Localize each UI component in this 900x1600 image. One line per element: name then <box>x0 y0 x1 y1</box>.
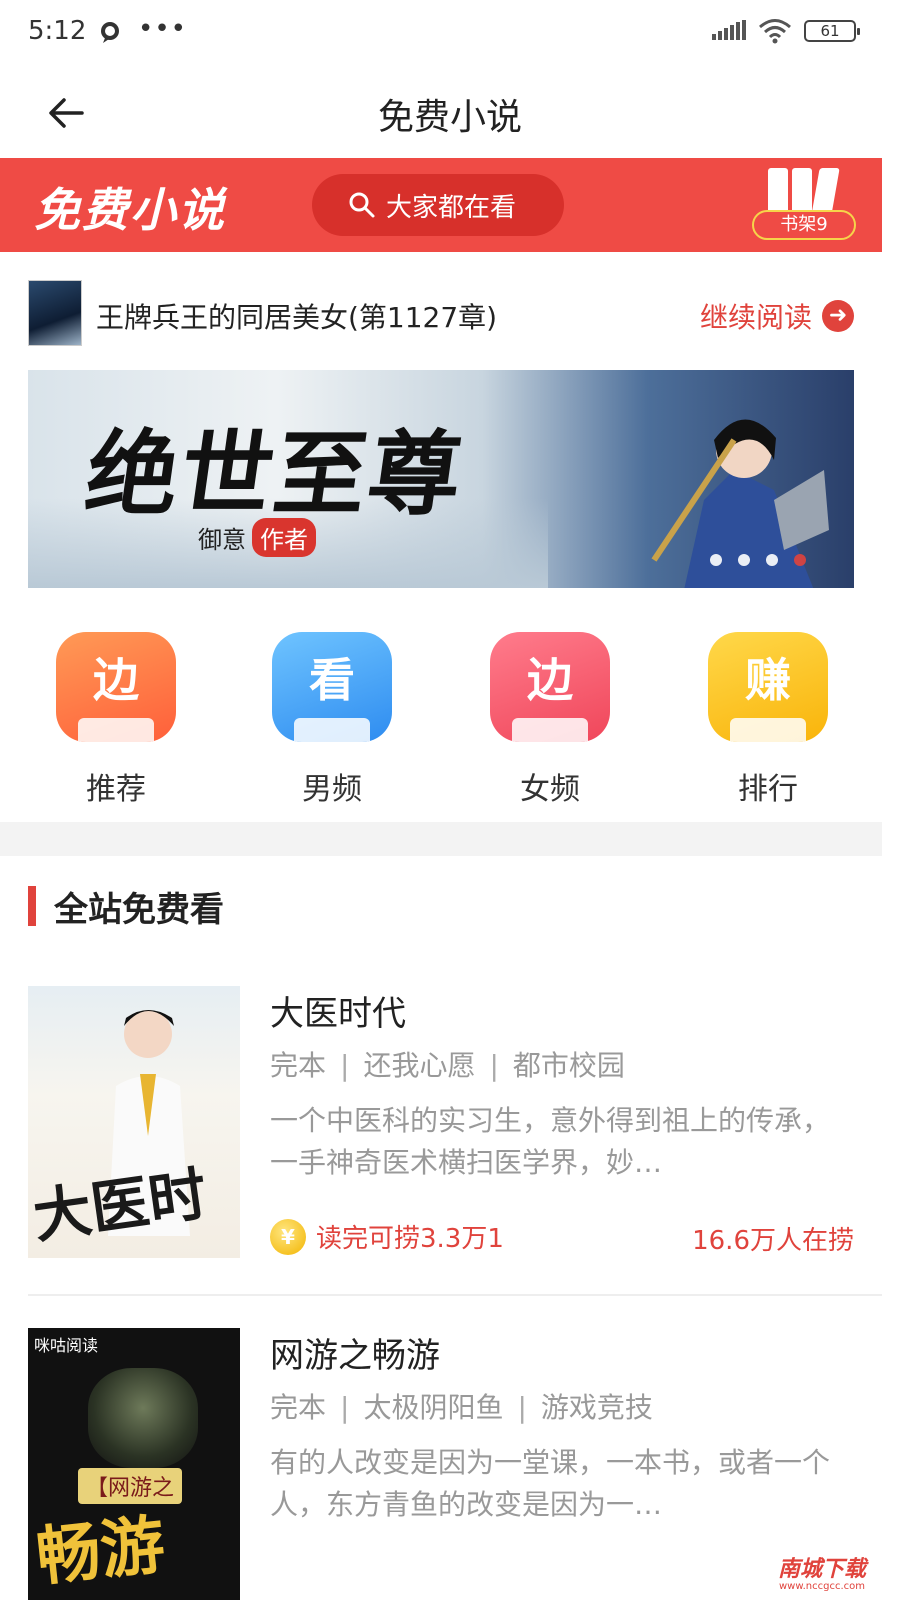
reader-count: 16.6万人在捞 <box>692 1226 854 1256</box>
section-separator <box>0 822 882 856</box>
message-icon <box>101 22 119 43</box>
section-accent-bar <box>28 886 36 926</box>
coin-icon: ¥ <box>270 1218 306 1255</box>
search-icon <box>349 192 375 218</box>
carousel-dot[interactable] <box>738 554 750 566</box>
carousel-indicators <box>710 554 806 566</box>
list-divider <box>28 1294 882 1296</box>
book-status: 完本 <box>270 1049 327 1082</box>
more-notifications-icon: ••• <box>138 14 188 44</box>
continue-reading-row[interactable]: 王牌兵王的同居美女(第1127章) 继续阅读 ➜ <box>28 278 854 348</box>
hero-author-name: 御意 <box>198 526 246 554</box>
book-item[interactable]: 咪咕阅读 【网游之 畅游 网游之畅游 完本 | 太极阴阳鱼 | 游戏竞技 有的人改变是因… <box>28 1328 854 1600</box>
cover-title: 大医时代 <box>29 1159 211 1252</box>
book-cover: 咪咕阅读 【网游之 畅游 <box>28 1328 240 1600</box>
category-label: 排行 <box>738 772 798 807</box>
continue-reading-label: 继续阅读 <box>699 301 812 334</box>
banner-logo: 免费小说 <box>34 183 226 237</box>
search-bar[interactable]: 大家都在看 <box>312 174 564 236</box>
category-grid: 边 推荐 看 男频 边 女频 赚 排行 <box>28 632 880 812</box>
book-author: 太极阴阳鱼 <box>363 1391 504 1424</box>
book-genre: 游戏竞技 <box>540 1391 653 1424</box>
category-female[interactable]: 边 女频 <box>462 632 638 808</box>
status-indicators: 61 <box>712 18 860 44</box>
page-title: 免费小说 <box>377 97 522 138</box>
hero-author: 御意 作者 <box>198 518 316 557</box>
ranking-icon: 赚 <box>708 632 828 742</box>
status-time: 5:12 <box>28 16 87 46</box>
arrow-right-circle-icon: ➜ <box>822 300 854 332</box>
category-male[interactable]: 看 男频 <box>244 632 420 808</box>
hero-title: 绝世至尊 <box>79 420 471 528</box>
category-label: 男频 <box>302 772 362 807</box>
category-ranking[interactable]: 赚 排行 <box>680 632 856 808</box>
cover-character-illustration <box>88 1368 198 1468</box>
signal-icon <box>712 20 746 40</box>
nav-bar: 免费小说 <box>0 66 900 158</box>
bookshelf-icon <box>768 168 840 210</box>
female-channel-icon: 边 <box>490 632 610 742</box>
category-label: 推荐 <box>86 772 146 807</box>
book-cover: 大医时代 <box>28 986 240 1258</box>
section-title: 全站免费看 <box>54 889 224 930</box>
hero-author-tag: 作者 <box>252 518 316 557</box>
book-meta: 完本 | 太极阴阳鱼 | 游戏竞技 <box>270 1391 653 1424</box>
carousel-dot[interactable] <box>766 554 778 566</box>
continue-reading-button[interactable]: 继续阅读 ➜ <box>700 296 854 336</box>
watermark-main: 南城下载 <box>777 1557 866 1582</box>
book-author: 还我心愿 <box>363 1049 476 1082</box>
hero-carousel[interactable]: 绝世至尊 御意 作者 <box>28 370 854 588</box>
carousel-dot-active[interactable] <box>794 554 806 566</box>
book-title: 大医时代 <box>270 994 406 1034</box>
book-meta: 完本 | 还我心愿 | 都市校园 <box>270 1049 625 1082</box>
reward-text: 读完可捞3.3万1 <box>316 1224 504 1254</box>
book-title: 网游之畅游 <box>270 1336 440 1376</box>
book-genre: 都市校园 <box>512 1049 625 1082</box>
bookshelf-label: 书架9 <box>752 210 856 240</box>
book-description: 一个中医科的实习生，意外得到祖上的传承，一手神奇医术横扫医学界，妙… <box>270 1104 831 1179</box>
book-reward: ¥ 读完可捞3.3万1 <box>270 1218 504 1255</box>
watermark-url: www.nccgcc.com <box>778 1581 865 1592</box>
book-item[interactable]: 大医时代 大医时代 完本 | 还我心愿 | 都市校园 一个中医科的实习生，意外得到祖上的… <box>28 986 854 1266</box>
recent-book-cover <box>28 280 82 346</box>
recent-book-title: 王牌兵王的同居美女(第1127章) <box>96 301 498 334</box>
category-label: 女频 <box>520 772 580 807</box>
cover-title: 畅游 <box>33 1507 169 1596</box>
section-header: 全站免费看 <box>28 884 224 930</box>
cover-publisher: 咪咕阅读 <box>34 1336 99 1355</box>
recommend-icon: 边 <box>56 632 176 742</box>
status-bar: 5:12 ••• 61 <box>0 0 900 66</box>
search-placeholder: 大家都在看 <box>386 192 517 223</box>
book-description: 有的人改变是因为一堂课，一本书，或者一个人，东方青鱼的改变是因为一… <box>270 1446 831 1521</box>
carousel-dot[interactable] <box>710 554 722 566</box>
book-status: 完本 <box>270 1391 327 1424</box>
battery-icon: 61 <box>804 20 860 42</box>
category-recommend[interactable]: 边 推荐 <box>28 632 204 808</box>
male-channel-icon: 看 <box>272 632 392 742</box>
top-banner: 免费小说 大家都在看 书架9 <box>0 158 882 252</box>
bookshelf-button[interactable]: 书架9 <box>752 168 856 246</box>
watermark-logo: 南城下载 www.nccgcc.com <box>762 1558 882 1594</box>
wifi-icon <box>759 19 791 44</box>
